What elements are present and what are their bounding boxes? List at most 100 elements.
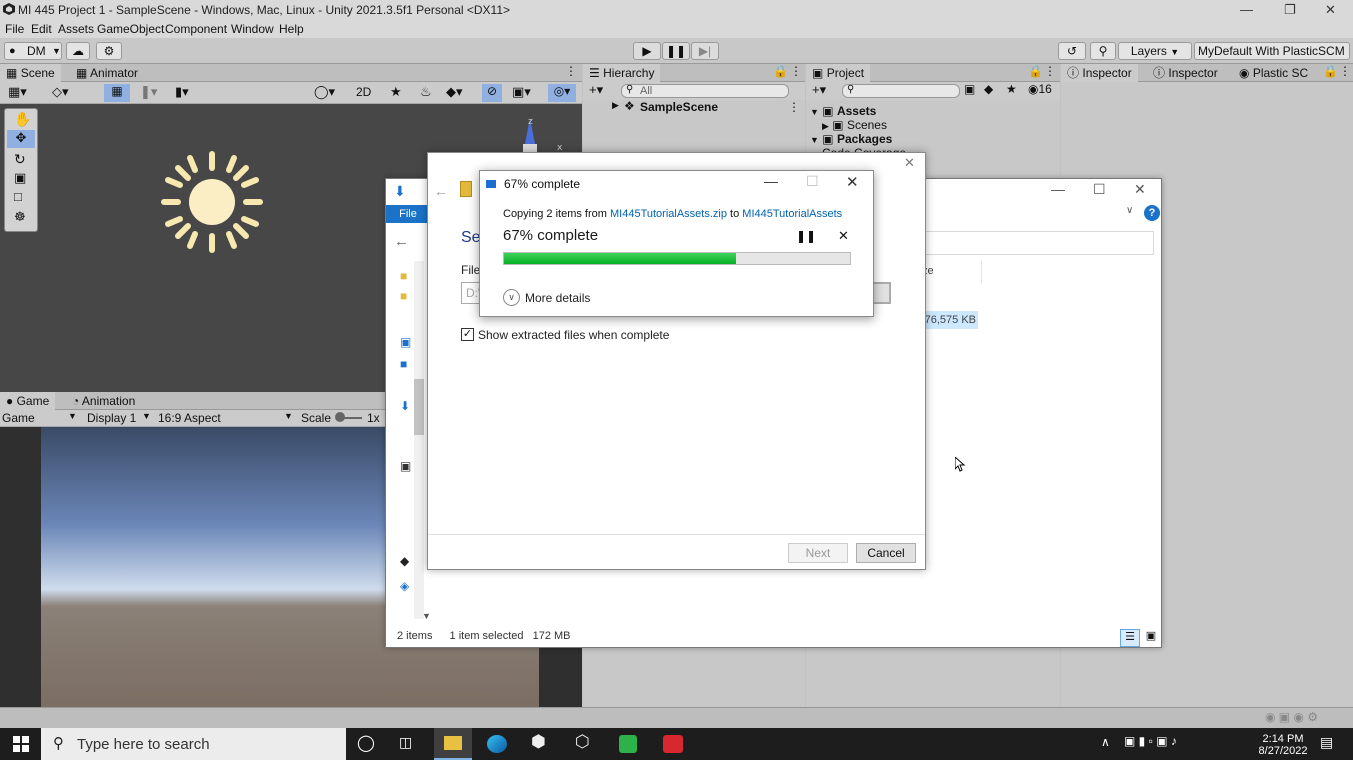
account-dropdown[interactable]: ● DM ▼ <box>4 42 62 60</box>
tab-scene[interactable]: ▦ Scene <box>0 64 61 82</box>
back-arrow-icon[interactable]: ← <box>394 233 409 250</box>
draw-mode-icon[interactable]: ▦▾ <box>8 84 27 100</box>
file-size-cell[interactable]: 176,575 KB <box>918 311 978 329</box>
lock-icon[interactable]: 🔒 <box>773 64 788 78</box>
minimize-icon[interactable]: — <box>764 173 778 189</box>
drive-icon[interactable]: ◆ <box>400 554 409 568</box>
rotate-tool-icon[interactable]: ↻ <box>14 151 26 168</box>
app-red-icon[interactable] <box>663 735 683 753</box>
column-divider[interactable] <box>981 261 982 283</box>
back-arrow-icon[interactable]: ← <box>434 183 448 199</box>
cancel-copy-icon[interactable]: ✕ <box>838 228 849 244</box>
hidden-packages-count[interactable]: ◉16 <box>1028 82 1052 96</box>
2d-toggle[interactable]: 2D <box>356 85 371 99</box>
minimize-icon[interactable]: — <box>1240 2 1253 17</box>
maximize-icon[interactable]: ☐ <box>1093 181 1106 198</box>
search-by-type-icon[interactable]: ▣ <box>964 82 975 96</box>
grid-snap-icon[interactable]: ▦ <box>104 84 130 102</box>
lighting-icon[interactable]: ★ <box>390 84 402 100</box>
nav-pane-scrollbar[interactable] <box>414 261 424 619</box>
unity-editor-icon[interactable]: ⬡ <box>575 732 590 752</box>
hierarchy-search-input[interactable]: ⚲ All <box>621 84 789 98</box>
close-icon[interactable]: ✕ <box>1325 2 1336 18</box>
play-button[interactable]: ▶ <box>633 42 661 60</box>
rect-tool-icon[interactable]: □ <box>14 189 22 204</box>
audio-icon[interactable]: ♨ <box>420 84 432 100</box>
cloud-button[interactable]: ☁ <box>66 42 90 60</box>
task-view-icon[interactable]: ◫ <box>399 734 412 751</box>
hierarchy-scene-row[interactable]: ▶ ❖ SampleScene ⋮ <box>612 99 802 114</box>
camera-icon[interactable]: ▣▾ <box>512 84 531 100</box>
menu-gameobject[interactable]: GameObject <box>97 22 164 36</box>
close-icon[interactable]: ✕ <box>1134 181 1146 198</box>
panel-menu-icon[interactable]: ⋮ <box>790 64 802 78</box>
details-view-icon[interactable]: ☰ <box>1120 629 1140 647</box>
scene-gizmo-icon[interactable]: z x <box>505 114 565 154</box>
lock-icon[interactable]: 🔒 <box>1323 64 1338 78</box>
aspect-dropdown[interactable]: 16:9 Aspect <box>158 411 221 425</box>
help-icon[interactable]: ? <box>1144 205 1160 221</box>
collab-button[interactable]: ⚙ <box>96 42 122 60</box>
show-files-checkbox[interactable]: ✓ <box>461 328 474 341</box>
scrollbar-thumb[interactable] <box>414 379 424 435</box>
menu-window[interactable]: Window <box>231 22 274 36</box>
tab-animation[interactable]: ◔ Animation <box>66 392 141 410</box>
close-icon[interactable]: ✕ <box>904 155 915 171</box>
history-button[interactable]: ↺ <box>1058 42 1086 60</box>
panel-menu-icon[interactable]: ⋮ <box>1044 64 1056 78</box>
add-icon[interactable]: +▾ <box>589 82 603 98</box>
videos-icon[interactable]: ▣ <box>400 459 411 473</box>
taskbar-clock[interactable]: 2:14 PM 8/27/2022 <box>1253 733 1313 757</box>
tree-item-scenes[interactable]: ▶ ▣ Scenes <box>822 118 887 132</box>
tab-plastic-scm[interactable]: ◉ Plastic SC <box>1233 64 1314 82</box>
next-button[interactable]: Next <box>788 543 848 563</box>
display-dropdown[interactable]: Display 1 <box>87 411 136 425</box>
source-link[interactable]: MI445TutorialAssets.zip <box>610 208 727 220</box>
chevron-down-icon[interactable]: ∨ <box>503 289 520 306</box>
close-icon[interactable]: ✕ <box>846 173 859 191</box>
tab-hierarchy[interactable]: ☰ Hierarchy <box>583 64 661 82</box>
transform-tool-icon[interactable]: ☸ <box>14 209 26 225</box>
layout-dropdown[interactable]: MyDefault With PlasticSCM ▼ <box>1194 42 1350 60</box>
show-hidden-icons[interactable]: ∧ <box>1101 735 1110 749</box>
layers-dropdown[interactable]: Layers ▼ <box>1118 42 1192 60</box>
panel-menu-icon[interactable]: ⋮ <box>565 64 577 78</box>
menu-assets[interactable]: Assets <box>58 22 94 36</box>
tab-game[interactable]: ● Game <box>0 392 56 410</box>
directional-light-icon[interactable] <box>160 150 264 254</box>
menu-help[interactable]: Help <box>279 22 304 36</box>
ribbon-file-tab[interactable]: File <box>386 205 430 223</box>
tree-item-assets[interactable]: ▼ ▣ Assets <box>810 104 876 118</box>
menu-edit[interactable]: Edit <box>31 22 52 36</box>
panel-menu-icon[interactable]: ⋮ <box>1339 64 1351 78</box>
hidden-objects-icon[interactable]: ⊘ <box>482 84 502 102</box>
large-icons-view-icon[interactable]: ▣ <box>1142 629 1160 647</box>
explorer-search-box[interactable] <box>921 231 1154 255</box>
network-icon[interactable]: ◈ <box>400 579 409 593</box>
destination-link[interactable]: MI445TutorialAssets <box>742 208 842 220</box>
pause-button[interactable]: ❚❚ <box>662 42 690 60</box>
increment-snap-icon[interactable]: ❚▾ <box>140 84 157 100</box>
tab-inspector-2[interactable]: ⓘ Inspector <box>1147 64 1224 82</box>
windows-start-icon[interactable] <box>13 736 29 752</box>
search-button[interactable]: ⚲ <box>1090 42 1116 60</box>
menu-file[interactable]: File <box>5 22 24 36</box>
tab-inspector[interactable]: ⓘ Inspector <box>1061 64 1138 82</box>
orientation-icon[interactable]: ◯▾ <box>314 84 335 100</box>
minimize-icon[interactable]: — <box>1051 181 1065 197</box>
project-search-input[interactable]: ⚲ <box>842 84 960 98</box>
gizmo-mode-icon[interactable]: ◇▾ <box>52 84 69 100</box>
step-button[interactable]: ▶| <box>691 42 719 60</box>
effects-icon[interactable]: ◆▾ <box>446 84 463 100</box>
gizmos-icon[interactable]: ◎▾ <box>548 84 576 102</box>
row-menu-icon[interactable]: ⋮ <box>788 100 800 114</box>
desktop-icon[interactable]: ■ <box>400 357 407 371</box>
tab-animator[interactable]: ▦ Animator <box>70 64 144 82</box>
taskbar-file-explorer[interactable] <box>434 728 472 760</box>
drive-icon[interactable]: ▣ <box>400 335 411 349</box>
notifications-icon[interactable]: ▤ <box>1320 734 1333 751</box>
folder-icon[interactable]: ■ <box>400 289 407 303</box>
lock-icon[interactable]: 🔒 <box>1028 64 1043 78</box>
search-by-label-icon[interactable]: ◆ <box>984 82 993 96</box>
unity-hub-icon[interactable]: ⬢ <box>531 732 546 752</box>
